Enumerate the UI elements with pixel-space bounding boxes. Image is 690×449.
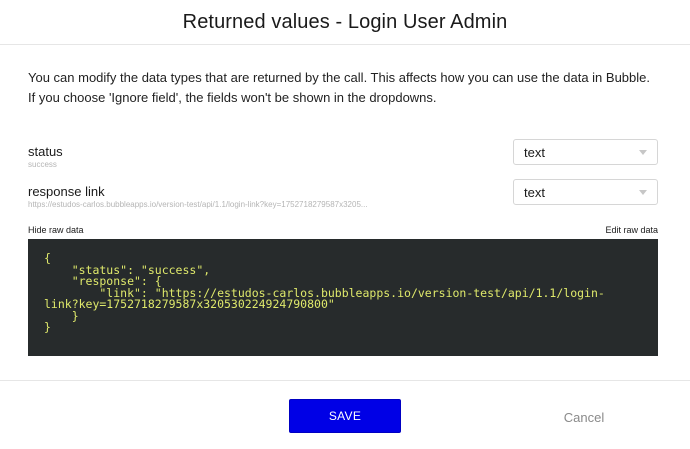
field-row-status: status success text [28, 135, 658, 175]
chevron-down-icon [639, 189, 647, 195]
type-select-status[interactable]: text [513, 139, 658, 165]
dialog-body: You can modify the data types that are r… [0, 68, 690, 356]
field-sample-response-link: https://estudos-carlos.bubbleapps.io/ver… [28, 200, 368, 209]
edit-raw-data-link[interactable]: Edit raw data [605, 225, 658, 235]
hide-raw-data-link[interactable]: Hide raw data [28, 225, 84, 235]
dialog-header: Returned values - Login User Admin [0, 0, 690, 45]
field-label-response-link: response link [28, 184, 105, 199]
field-sample-status: success [28, 160, 57, 169]
dialog-description: You can modify the data types that are r… [28, 70, 650, 105]
field-label-status: status [28, 144, 63, 159]
field-row-response-link: response link https://estudos-carlos.bub… [28, 175, 658, 215]
raw-data-controls: Hide raw data Edit raw data [28, 221, 658, 239]
returned-values-dialog: Returned values - Login User Admin You c… [0, 0, 690, 449]
chevron-down-icon [639, 149, 647, 155]
dialog-footer: SAVE Cancel [0, 380, 690, 449]
save-button[interactable]: SAVE [289, 399, 401, 433]
dialog-title: Returned values - Login User Admin [182, 10, 508, 33]
raw-data-code: { "status": "success", "response": { "li… [28, 239, 658, 356]
type-select-status-value: text [524, 144, 545, 160]
type-select-response-link-value: text [524, 184, 545, 200]
type-select-response-link[interactable]: text [513, 179, 658, 205]
cancel-button[interactable]: Cancel [547, 403, 621, 431]
